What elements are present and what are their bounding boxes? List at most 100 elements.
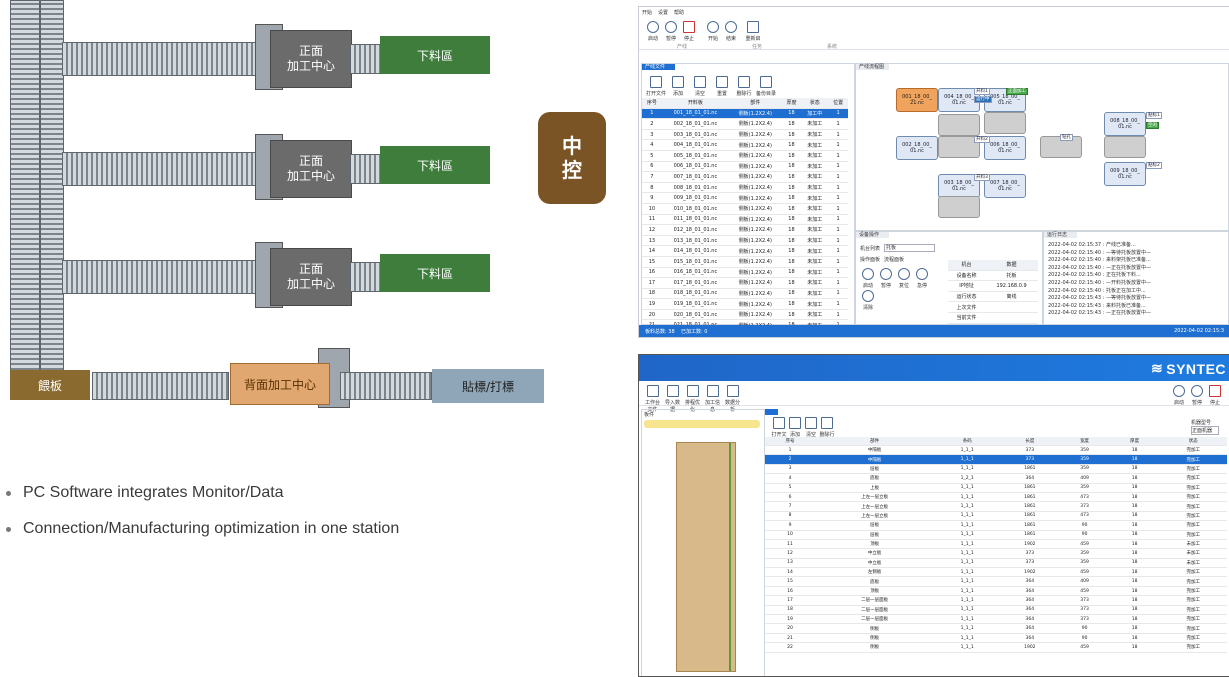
- table-row[interactable]: 8 上左一层立板 1_1_1 1861 473 18 完加工: [765, 511, 1227, 522]
- column-header[interactable]: 位置: [828, 98, 848, 109]
- column-header[interactable]: 条码: [934, 437, 1001, 446]
- table-cell: 017_18_01_01.nc: [661, 277, 730, 289]
- table-row[interactable]: 16 顶板 1_1_1 364 459 18 完加工: [765, 586, 1227, 597]
- table-row[interactable]: 17 017_18_01_01.nc 侧板(1.2X2.4) 18 未加工 1: [642, 277, 848, 289]
- table-row[interactable]: 5 005_18_01_01.nc 侧板(1.2X2.4) 18 未加工 1: [642, 150, 848, 162]
- device-button[interactable]: 暂停: [878, 268, 894, 289]
- table-row[interactable]: 17 二层一层面板 1_1_1 364 373 18 完加工: [765, 595, 1227, 606]
- table-row[interactable]: 14 左侧板 1_1_1 1902 459 18 完加工: [765, 567, 1227, 578]
- column-header[interactable]: 厚度: [781, 98, 802, 109]
- file-toolbar-button[interactable]: 删除行: [734, 76, 754, 97]
- table-row[interactable]: 5 上板 1_1_1 1861 359 18 完加工: [765, 483, 1227, 493]
- table-cell: 1861: [1000, 520, 1060, 531]
- menu-start[interactable]: 开始: [642, 9, 652, 16]
- menu-settings[interactable]: 设置: [658, 9, 668, 16]
- table-row[interactable]: 1 中隔板 1_1_1 373 359 18 完加工: [765, 445, 1227, 456]
- toolbar-power-button[interactable]: 结束: [723, 21, 739, 42]
- table-row[interactable]: 2 002_18_01_01.nc 侧板(1.2X2.4) 18 未加工 1: [642, 118, 848, 130]
- table-row[interactable]: 21 侧板 1_1_1 364 90 18 完加工: [765, 633, 1227, 644]
- menu-help[interactable]: 帮助: [674, 9, 684, 16]
- table-row[interactable]: 18 018_18_01_01.nc 侧板(1.2X2.4) 18 未加工 1: [642, 288, 848, 300]
- toolbar-pause-button[interactable]: 暂停: [663, 21, 679, 42]
- flow-node[interactable]: 002_18_00_ 01.nc: [896, 136, 938, 160]
- part-panel-tab[interactable]: [765, 409, 778, 415]
- table-row[interactable]: 15 底板 1_1_1 364 409 18 完加工: [765, 576, 1227, 587]
- tab-operation[interactable]: 操作面板: [860, 256, 880, 263]
- column-header[interactable]: 厚度: [1109, 437, 1160, 446]
- table-row[interactable]: 22 侧板 1_1_1 1902 459 18 完加工: [765, 642, 1227, 653]
- column-header[interactable]: 序号: [642, 98, 662, 109]
- table-row[interactable]: 2 中隔板 1_1_1 373 359 18 完加工: [765, 454, 1227, 465]
- syntec-sub-button[interactable]: 删除行: [819, 417, 835, 438]
- syntec-sub-button[interactable]: 添加: [787, 417, 803, 438]
- file-toolbar-button[interactable]: 打开文件: [646, 76, 666, 97]
- column-header[interactable]: 状态: [801, 98, 829, 109]
- table-row[interactable]: 7 007_18_01_01.nc 侧板(1.2X2.4) 18 未加工 1: [642, 171, 848, 183]
- column-header[interactable]: 序号: [765, 437, 816, 446]
- table-row[interactable]: 20 侧板 1_1_1 364 90 18 完加工: [765, 623, 1227, 634]
- toolbar-refresh-button[interactable]: 开始: [705, 21, 721, 42]
- table-row[interactable]: 9 层板 1_1_1 1861 90 18 完加工: [765, 520, 1227, 531]
- flow-node[interactable]: 008_18_00_ 01.nc: [1104, 112, 1146, 136]
- table-row[interactable]: 11 顶板 1_1_1 1902 459 18 未加工: [765, 539, 1227, 550]
- file-toolbar-button[interactable]: 添加: [668, 76, 688, 97]
- table-row[interactable]: 12 012_18_01_01.nc 侧板(1.2X2.4) 18 未加工 1: [642, 224, 848, 236]
- table-row[interactable]: 9 009_18_01_01.nc 侧板(1.2X2.4) 18 未加工 1: [642, 192, 848, 204]
- table-row[interactable]: 19 二层一层面板 1_1_1 364 373 18 完加工: [765, 614, 1227, 625]
- table-row[interactable]: 7 上左一层立板 1_1_1 1861 373 18 完加工: [765, 501, 1227, 512]
- table-row[interactable]: 18 二层一层面板 1_1_1 364 373 18 完加工: [765, 605, 1227, 616]
- column-header[interactable]: 部件: [815, 437, 935, 446]
- table-row[interactable]: 6 上左一层立板 1_1_1 1861 473 18 完加工: [765, 492, 1227, 503]
- column-header[interactable]: 开料板: [661, 98, 730, 109]
- device-button[interactable]: 清除: [860, 290, 876, 311]
- table-row[interactable]: 16 016_18_01_01.nc 侧板(1.2X2.4) 18 未加工 1: [642, 267, 848, 279]
- device-button[interactable]: 复位: [896, 268, 912, 289]
- flow-node[interactable]: 007_18_00_ 01.nc: [984, 174, 1026, 198]
- syntec-control-button[interactable]: 停止: [1207, 385, 1223, 406]
- column-header[interactable]: 宽度: [1059, 437, 1110, 446]
- board-search[interactable]: [644, 420, 760, 428]
- table-row[interactable]: 10 010_18_01_01.nc 侧板(1.2X2.4) 18 未加工 1: [642, 203, 848, 215]
- table-cell: 18: [1109, 576, 1160, 587]
- syntec-control-button[interactable]: 暂停: [1189, 385, 1205, 406]
- column-header[interactable]: 部件: [729, 98, 782, 109]
- table-row[interactable]: 6 006_18_01_01.nc 侧板(1.2X2.4) 18 未加工 1: [642, 161, 848, 173]
- toolbar-stop-button[interactable]: 停止: [681, 21, 697, 42]
- table-cell: 11: [642, 214, 662, 226]
- table-row[interactable]: 4 底板 1_2_1 364 409 18 完加工: [765, 473, 1227, 484]
- syntec-control-button[interactable]: 启动: [1171, 385, 1187, 406]
- toolbar-file-button[interactable]: 重新启: [745, 21, 761, 42]
- table-row[interactable]: 1 001_18_01_01.nc 侧板(1.2X2.4) 18 加工中 1: [642, 108, 848, 120]
- table-row[interactable]: 14 014_18_01_01.nc 侧板(1.2X2.4) 18 未加工 1: [642, 245, 848, 257]
- table-row[interactable]: 3 层板 1_1_1 1861 359 18 完加工: [765, 464, 1227, 475]
- file-toolbar-button[interactable]: 备份目录: [756, 76, 776, 97]
- file-toolbar-button-label: 删除行: [736, 91, 752, 97]
- board-preview: [676, 442, 736, 672]
- flow-node[interactable]: 001_18_00_ 21.nc: [896, 88, 938, 112]
- column-header[interactable]: 长度: [1000, 437, 1060, 446]
- machine-select[interactable]: 正面机器: [1191, 426, 1219, 435]
- table-row[interactable]: 15 015_18_01_01.nc 侧板(1.2X2.4) 18 未加工 1: [642, 256, 848, 268]
- device-button[interactable]: 急停: [914, 268, 930, 289]
- file-toolbar-button[interactable]: 重置: [712, 76, 732, 97]
- flow-node[interactable]: 009_18_00_ 01.nc: [1104, 162, 1146, 186]
- file-toolbar-button[interactable]: 清空: [690, 76, 710, 97]
- table-row[interactable]: 13 013_18_01_01.nc 侧板(1.2X2.4) 18 未加工 1: [642, 235, 848, 247]
- table-row[interactable]: 19 019_18_01_01.nc 侧板(1.2X2.4) 18 未加工 1: [642, 298, 848, 310]
- table-cell: 015_18_01_01.nc: [661, 256, 730, 268]
- flow-node[interactable]: 006_18_00_ 01.nc: [984, 136, 1026, 160]
- table-row[interactable]: 4 004_18_01_01.nc 侧板(1.2X2.4) 18 未加工 1: [642, 139, 848, 151]
- syntec-sub-button[interactable]: 清空: [803, 417, 819, 438]
- column-header[interactable]: 状态: [1159, 437, 1227, 446]
- tab-flow[interactable]: 流程面板: [884, 256, 904, 263]
- table-row[interactable]: 11 011_18_01_01.nc 侧板(1.2X2.4) 18 未加工 1: [642, 214, 848, 226]
- table-row[interactable]: 8 008_18_01_01.nc 侧板(1.2X2.4) 18 未加工 1: [642, 182, 848, 194]
- station-select[interactable]: 托板: [884, 244, 936, 252]
- device-button[interactable]: 启动: [860, 268, 876, 289]
- table-row[interactable]: 10 层板 1_1_1 1861 90 18 完加工: [765, 530, 1227, 540]
- table-row[interactable]: 20 020_18_01_01.nc 侧板(1.2X2.4) 18 未加工 1: [642, 309, 848, 321]
- toolbar-play-button[interactable]: 启动: [645, 21, 661, 42]
- table-row[interactable]: 13 中立板 1_1_1 373 359 18 未加工: [765, 558, 1227, 569]
- table-row[interactable]: 12 中立板 1_1_1 373 359 18 未加工: [765, 548, 1227, 559]
- table-row[interactable]: 3 003_18_01_01.nc 侧板(1.2X2.4) 18 未加工 1: [642, 129, 848, 141]
